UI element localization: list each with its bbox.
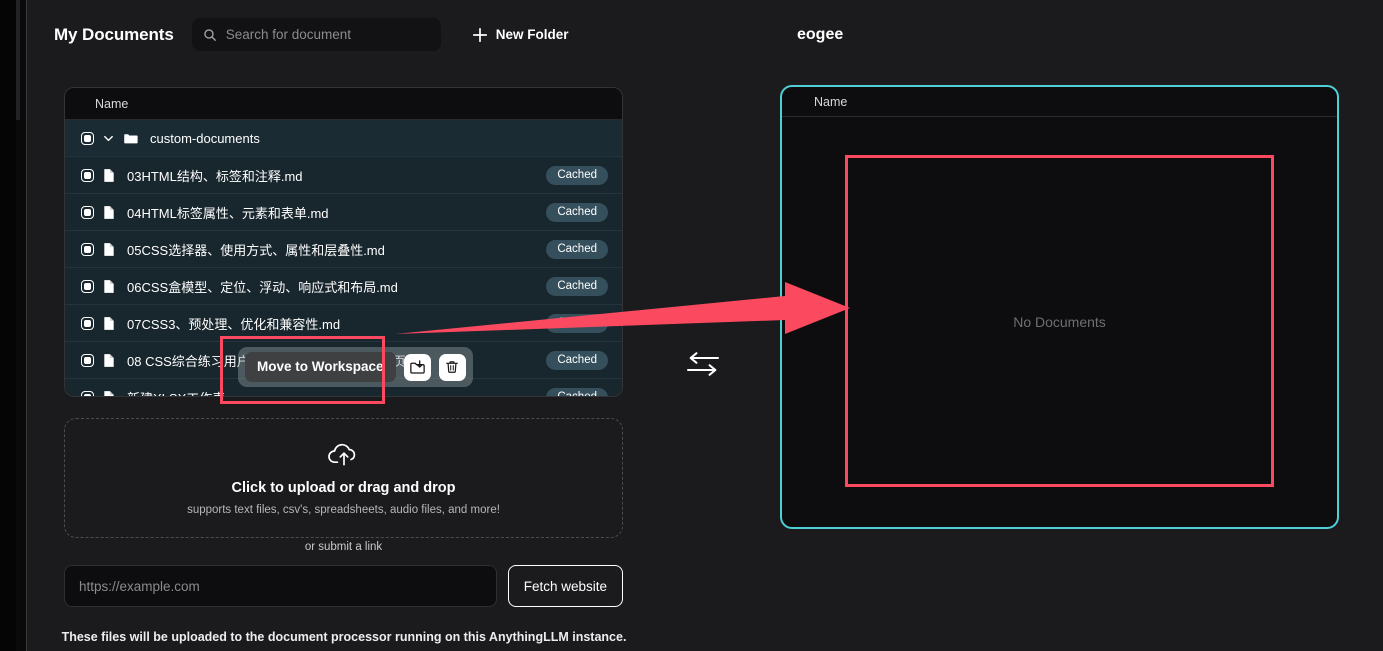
- app-root: My Documents New Folder eogee Name: [0, 0, 1383, 651]
- row-checkbox[interactable]: [81, 316, 94, 330]
- file-icon: [102, 242, 116, 257]
- cached-status-badge: Cached: [546, 313, 608, 333]
- row-action-cluster[interactable]: Move to Workspace: [238, 347, 473, 387]
- documents-header: My Documents New Folder: [54, 18, 568, 51]
- app-sidebar-rail: [0, 0, 26, 651]
- cached-status-badge: Cached: [546, 350, 608, 370]
- workspace-empty-state: No Documents: [1013, 314, 1106, 330]
- delete-document-button[interactable]: [438, 353, 466, 381]
- trash-icon: [446, 361, 458, 373]
- row-checkbox[interactable]: [81, 205, 94, 219]
- document-row[interactable]: 07CSS3、预处理、优化和兼容性.md Cached: [65, 305, 622, 342]
- new-folder-button[interactable]: New Folder: [472, 27, 569, 43]
- link-submit-row: Fetch website: [64, 565, 623, 607]
- plus-icon: [472, 27, 488, 43]
- row-checkbox[interactable]: [81, 131, 94, 145]
- cached-status-badge: Cached: [546, 202, 608, 222]
- dropzone-title: Click to upload or drag and drop: [231, 479, 456, 496]
- cached-status-badge: Cached: [546, 165, 608, 185]
- search-input[interactable]: [216, 27, 441, 42]
- file-icon: [102, 168, 116, 183]
- document-row[interactable]: 06CSS盒模型、定位、浮动、响应式和布局.md Cached: [65, 268, 622, 305]
- workspace-file-table: Name No Documents: [780, 85, 1339, 529]
- chevron-down-icon[interactable]: [102, 132, 115, 145]
- or-submit-link-label: or submit a link: [304, 541, 383, 553]
- row-name-label: 06CSS盒模型、定位、浮动、响应式和布局.md: [127, 279, 398, 295]
- file-icon: [102, 390, 116, 396]
- move-to-workspace-tooltip: Move to Workspace: [245, 352, 396, 382]
- row-checkbox[interactable]: [81, 279, 94, 293]
- sidebar-highlight: [16, 0, 20, 120]
- file-icon: [102, 279, 116, 294]
- row-checkbox[interactable]: [81, 353, 94, 367]
- document-row[interactable]: 04HTML标签属性、元素和表单.md Cached: [65, 194, 622, 231]
- upload-dropzone[interactable]: Click to upload or drag and drop support…: [64, 418, 623, 538]
- cached-status-badge: Cached: [546, 276, 608, 296]
- search-box[interactable]: [191, 18, 441, 51]
- new-folder-label: New Folder: [495, 27, 569, 42]
- folder-icon: [123, 131, 138, 146]
- sidebar-inner-strip: [0, 0, 16, 651]
- upload-footnote: These files will be uploaded to the docu…: [61, 630, 627, 644]
- swap-horizontal-arrows-icon: [687, 352, 719, 376]
- row-name-label: 07CSS3、预处理、优化和兼容性.md: [127, 316, 341, 332]
- document-row[interactable]: 03HTML结构、标签和注释.md Cached: [65, 157, 622, 194]
- row-name-label: 新建XLSX工作表.csv: [124, 388, 538, 397]
- move-to-workspace-button[interactable]: [403, 353, 431, 381]
- cached-status-badge: Cached: [546, 239, 608, 259]
- row-checkbox[interactable]: [81, 242, 94, 256]
- file-table-header: Name: [65, 88, 622, 120]
- sidebar-divider: [26, 0, 27, 651]
- search-icon: [203, 28, 217, 42]
- row-name-label: 03HTML结构、标签和注释.md: [127, 168, 303, 184]
- file-icon: [102, 205, 116, 220]
- page-title: My Documents: [54, 24, 174, 44]
- workspace-title: eogee: [797, 26, 844, 43]
- fetch-website-button[interactable]: Fetch website: [507, 565, 623, 607]
- row-name-label: 04HTML标签属性、元素和表单.md: [127, 205, 329, 221]
- row-name-label: 05CSS选择器、使用方式、属性和层叠性.md: [127, 242, 385, 258]
- cached-status-badge: Cached: [546, 387, 608, 396]
- row-checkbox[interactable]: [81, 168, 94, 182]
- file-icon: [102, 316, 116, 331]
- folder-move-icon: [409, 359, 425, 374]
- row-checkbox[interactable]: [81, 390, 94, 396]
- workspace-table-header: Name: [782, 87, 1337, 117]
- file-icon: [102, 353, 116, 368]
- link-url-input[interactable]: [64, 565, 497, 607]
- row-name-label: custom-documents: [150, 130, 260, 146]
- document-row[interactable]: 05CSS选择器、使用方式、属性和层叠性.md Cached: [65, 231, 622, 268]
- cloud-upload-icon: [327, 441, 361, 472]
- swap-direction-button[interactable]: [684, 347, 722, 381]
- folder-row[interactable]: custom-documents: [65, 120, 622, 157]
- dropzone-subtitle: supports text files, csv's, spreadsheets…: [187, 503, 500, 516]
